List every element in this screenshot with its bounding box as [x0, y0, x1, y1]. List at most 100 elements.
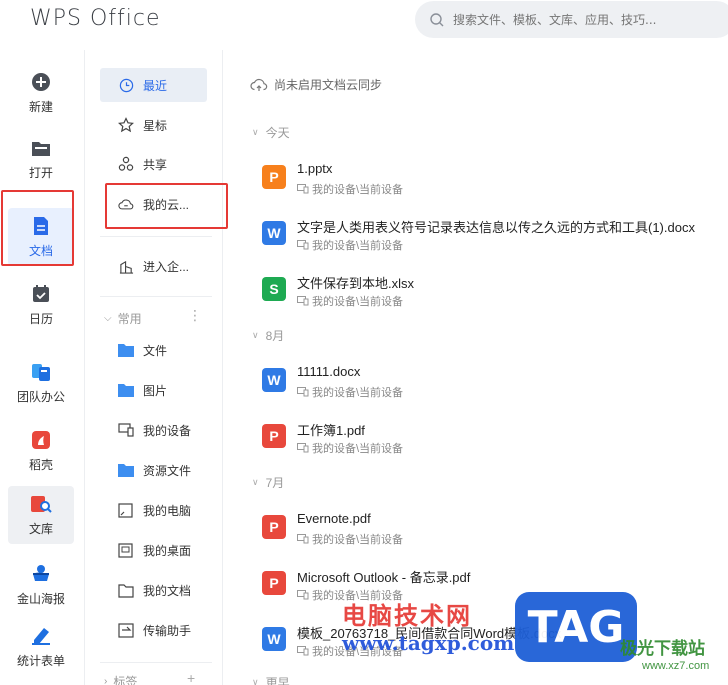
computer-icon	[118, 502, 134, 518]
watermark-download-url: www.xz7.com	[642, 660, 710, 672]
cloud-sync-note[interactable]: 尚未启用文档云同步	[250, 76, 382, 93]
nav-item-label: 最近	[143, 78, 168, 93]
file-row[interactable]: W 文字是人类用表义符号记录表达信息以传之久远的方式和工具(1).docx 我的…	[262, 217, 728, 257]
nav-item-label: 星标	[143, 118, 168, 133]
word-file-icon: W	[262, 221, 286, 245]
watermark-site-name: 电脑技术网	[342, 603, 472, 630]
nav-group-label: 常用	[117, 312, 142, 326]
nav-item-resources[interactable]: 资源文件	[100, 453, 207, 487]
chevron-down-icon: ∨	[252, 330, 259, 340]
nav-item-my-documents[interactable]: 我的文档	[100, 573, 207, 607]
file-location-text: 我的设备\当前设备	[312, 296, 404, 308]
cloud-sync-text: 尚未启用文档云同步	[274, 78, 383, 92]
group-header-earlier[interactable]: ∨ 更早	[252, 674, 290, 685]
nav-item-my-computer[interactable]: 我的电脑	[100, 493, 207, 527]
rail-item-poster[interactable]: 金山海报	[8, 556, 74, 614]
nav-item-enterprise[interactable]: 进入企...	[100, 249, 207, 283]
nav-group-tags[interactable]: › 标签	[104, 673, 137, 685]
cloud-sync-icon	[250, 78, 268, 91]
group-label: 更早	[265, 676, 290, 685]
nav-item-my-device[interactable]: 我的设备	[100, 413, 207, 447]
word-file-icon: W	[262, 368, 286, 392]
star-icon	[118, 117, 134, 133]
nav-item-recent[interactable]: 最近	[100, 68, 207, 102]
nav-item-shared[interactable]: 共享	[100, 147, 207, 181]
poster-icon	[30, 563, 52, 585]
nav-item-label: 共享	[143, 157, 168, 172]
file-row[interactable]: P 工作簿1.pdf 我的设备\当前设备	[262, 420, 728, 460]
transfer-icon	[118, 622, 134, 638]
rail-item-form[interactable]: 统计表单	[8, 618, 74, 676]
chevron-down-icon: ⌵	[104, 313, 112, 324]
nav-item-transfer[interactable]: 传输助手	[100, 613, 207, 647]
plus-circle-icon	[30, 71, 52, 93]
rail-item-library[interactable]: 文库	[8, 486, 74, 544]
device-small-icon	[297, 240, 309, 250]
nav-item-starred[interactable]: 星标	[100, 108, 207, 142]
rail-item-open[interactable]: 打开	[8, 130, 74, 188]
device-small-icon	[297, 443, 309, 453]
docer-icon	[30, 429, 52, 451]
file-name: 文件保存到本地.xlsx	[297, 276, 415, 291]
group-header-august[interactable]: ∨ 8月	[252, 327, 284, 344]
file-name: 1.pptx	[297, 161, 333, 176]
ppt-file-icon: P	[262, 165, 286, 189]
folder-icon	[118, 382, 134, 398]
team-office-icon	[30, 361, 52, 383]
file-location-text: 我的设备\当前设备	[312, 443, 404, 455]
group-label: 今天	[265, 126, 290, 140]
calendar-icon	[30, 283, 52, 305]
search-input[interactable]	[453, 12, 713, 27]
device-small-icon	[297, 296, 309, 306]
nav-group-common[interactable]: ⌵ 常用	[104, 310, 142, 327]
nav-item-label: 文件	[143, 343, 168, 358]
rail-item-docer[interactable]: 稻壳	[8, 422, 74, 480]
file-row[interactable]: W 11111.docx 我的设备\当前设备	[262, 364, 728, 404]
divider	[100, 236, 212, 237]
group-label: 7月	[265, 476, 285, 490]
rail-item-calendar[interactable]: 日历	[8, 276, 74, 334]
search-icon	[430, 12, 444, 26]
group-header-july[interactable]: ∨ 7月	[252, 474, 284, 491]
file-row[interactable]: P 1.pptx 我的设备\当前设备	[262, 161, 728, 201]
add-tag-icon[interactable]: +	[187, 670, 195, 685]
excel-file-icon: S	[262, 277, 286, 301]
nav-item-label: 传输助手	[143, 623, 192, 638]
nav-item-pictures[interactable]: 图片	[100, 373, 207, 407]
more-vertical-icon[interactable]: ⋮	[188, 308, 202, 322]
highlight-box-documents	[1, 190, 74, 266]
my-docs-icon	[118, 582, 134, 598]
file-location: 我的设备\当前设备	[297, 293, 403, 309]
rail-item-label: 新建	[28, 100, 53, 114]
device-small-icon	[297, 646, 309, 656]
library-icon	[30, 493, 52, 515]
chevron-down-icon: ∨	[252, 127, 259, 137]
rail-item-new[interactable]: 新建	[8, 64, 74, 122]
nav-item-label: 我的设备	[143, 423, 192, 438]
nav-item-my-desktop[interactable]: 我的桌面	[100, 533, 207, 567]
file-location-text: 我的设备\当前设备	[312, 240, 404, 252]
chevron-right-icon: ›	[104, 676, 108, 685]
group-header-today[interactable]: ∨ 今天	[252, 124, 290, 141]
file-row[interactable]: P Microsoft Outlook - 备忘录.pdf 我的设备\当前设备	[262, 567, 728, 607]
chevron-down-icon: ∨	[252, 677, 259, 685]
pdf-file-icon: P	[262, 515, 286, 539]
file-location: 我的设备\当前设备	[297, 440, 403, 456]
file-row[interactable]: P Evernote.pdf 我的设备\当前设备	[262, 511, 728, 551]
device-small-icon	[297, 534, 309, 544]
search-bar[interactable]	[415, 1, 728, 38]
nav-item-files[interactable]: 文件	[100, 333, 207, 367]
device-icon	[118, 422, 134, 438]
rail-item-team-office[interactable]: 团队办公	[8, 354, 74, 412]
file-name: Microsoft Outlook - 备忘录.pdf	[297, 570, 471, 585]
rail-item-label: 统计表单	[16, 654, 65, 668]
file-location-text: 我的设备\当前设备	[312, 387, 404, 399]
folder-icon	[118, 462, 134, 478]
pdf-file-icon: P	[262, 424, 286, 448]
divider	[100, 662, 212, 663]
file-location: 我的设备\当前设备	[297, 384, 403, 400]
rail-item-label: 稻壳	[28, 458, 53, 472]
file-name: 11111.docx	[297, 364, 361, 379]
file-row[interactable]: S 文件保存到本地.xlsx 我的设备\当前设备	[262, 273, 728, 313]
file-location: 我的设备\当前设备	[297, 531, 403, 547]
